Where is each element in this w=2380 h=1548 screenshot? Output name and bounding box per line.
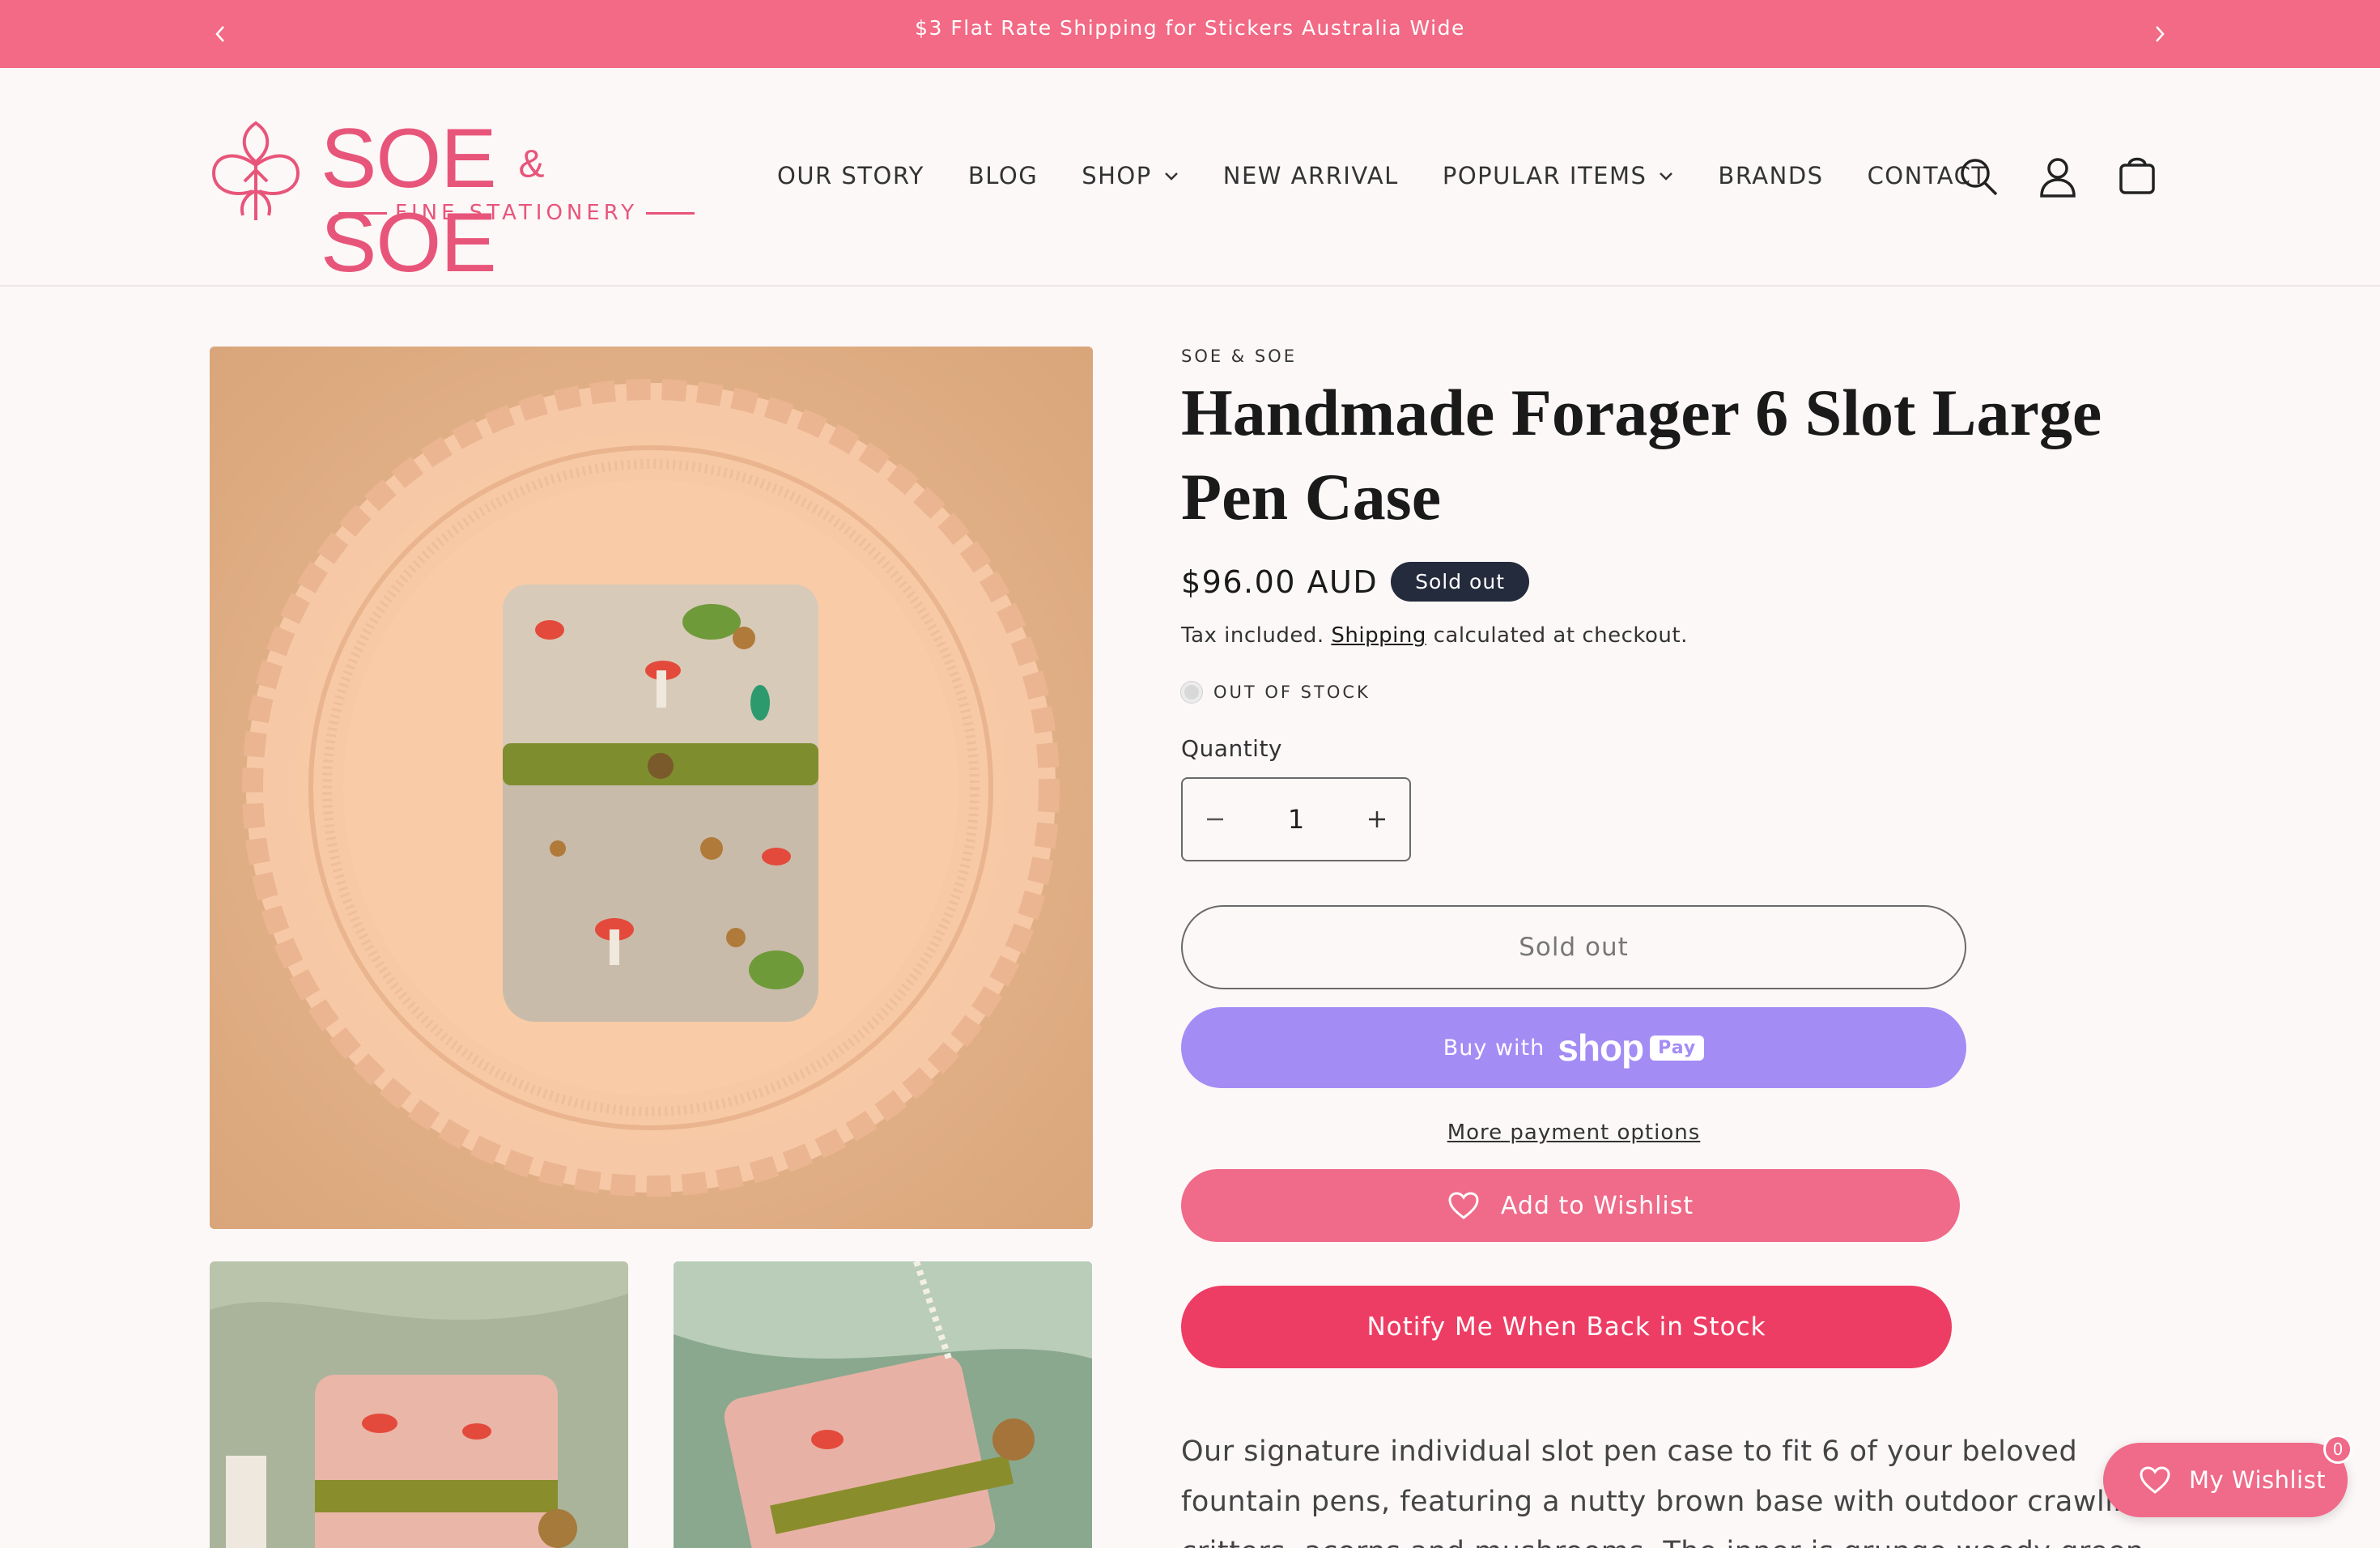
shipping-link[interactable]: Shipping xyxy=(1331,623,1426,648)
main-nav: OUR STORY BLOG SHOP NEW ARRIVAL POPULAR … xyxy=(777,162,2031,189)
shop-pay-badge: Pay xyxy=(1650,1035,1705,1061)
floating-wishlist-button[interactable]: My Wishlist xyxy=(2103,1443,2348,1517)
nav-item-brands[interactable]: BRANDS xyxy=(1718,162,1823,189)
account-button[interactable] xyxy=(2035,154,2080,199)
nav-label: NEW ARRIVAL xyxy=(1222,162,1399,189)
buy-with-label: Buy with xyxy=(1443,1035,1545,1061)
product-thumbnail[interactable] xyxy=(674,1261,1092,1548)
nav-item-blog[interactable]: BLOG xyxy=(968,162,1038,189)
announcement-next-button[interactable] xyxy=(2144,18,2176,50)
plus-icon[interactable] xyxy=(1366,808,1388,831)
logo-amp: & xyxy=(518,142,545,186)
product-main-image[interactable] xyxy=(210,347,1093,1229)
minus-icon[interactable] xyxy=(1204,808,1226,831)
heart-icon xyxy=(2140,1466,2170,1494)
nav-label: POPULAR ITEMS xyxy=(1442,162,1647,189)
account-icon xyxy=(2040,158,2076,198)
shop-pay-logo: shop xyxy=(1558,1027,1644,1069)
nav-label: SHOP xyxy=(1082,162,1152,189)
stock-indicator-icon xyxy=(1181,682,1202,703)
more-payment-options-link[interactable]: More payment options xyxy=(1181,1121,1966,1145)
sold-out-badge: Sold out xyxy=(1391,562,1529,602)
nav-item-popular-items[interactable]: POPULAR ITEMS xyxy=(1443,162,1675,189)
site-header: SOE & SOE FINE STATIONERY OUR STORY BLOG… xyxy=(0,68,2380,287)
tax-text: Tax included. xyxy=(1181,623,1324,648)
wishlist-button-label: Add to Wishlist xyxy=(1500,1191,1694,1220)
cart-icon xyxy=(2119,157,2155,194)
product-photo xyxy=(210,347,1093,1229)
quantity-stepper: 1 xyxy=(1181,777,1411,861)
announcement-message: $3 Flat Rate Shipping for Stickers Austr… xyxy=(915,16,1465,40)
product-description: Our signature individual slot pen case t… xyxy=(1181,1435,2150,1548)
cart-button[interactable] xyxy=(2114,152,2160,198)
sold-out-button[interactable]: Sold out xyxy=(1181,905,1966,989)
stock-label: OUT OF STOCK xyxy=(1213,683,1371,702)
floating-wishlist-label: My Wishlist xyxy=(2189,1466,2327,1494)
chevron-down-icon xyxy=(1164,172,1178,181)
tax-note: Tax included. Shipping calculated at che… xyxy=(1181,623,1688,648)
shop-pay-button[interactable]: Buy with shop Pay xyxy=(1181,1007,1966,1088)
thumbnail-photo xyxy=(674,1261,1092,1548)
notify-back-in-stock-button[interactable]: Notify Me When Back in Stock xyxy=(1181,1286,1952,1368)
logo-word-1: SOE xyxy=(321,112,497,206)
flower-logo-icon xyxy=(211,121,300,220)
chevron-down-icon xyxy=(1660,172,1673,181)
tax-text: calculated at checkout. xyxy=(1433,623,1688,648)
nav-item-shop[interactable]: SHOP xyxy=(1082,162,1179,189)
nav-label: BLOG xyxy=(967,162,1039,189)
search-button[interactable] xyxy=(1956,154,2001,199)
product-vendor: SOE & SOE xyxy=(1181,347,1297,366)
search-icon xyxy=(1961,159,1998,196)
wishlist-count-badge: 0 xyxy=(2323,1435,2352,1464)
stock-status: OUT OF STOCK xyxy=(1181,682,1371,703)
quantity-label: Quantity xyxy=(1181,735,1282,762)
logo-sub-text: FINE STATIONERY xyxy=(395,201,639,225)
nav-label: BRANDS xyxy=(1718,162,1824,189)
logo-divider xyxy=(338,211,387,215)
chevron-right-icon xyxy=(2156,26,2165,42)
price-row: $96.00 AUD Sold out xyxy=(1181,562,1529,602)
nav-item-new-arrival[interactable]: NEW ARRIVAL xyxy=(1223,162,1399,189)
product-price: $96.00 AUD xyxy=(1181,563,1379,600)
thumbnail-photo xyxy=(210,1261,628,1548)
logo-divider xyxy=(646,211,695,215)
logo-subtitle: FINE STATIONERY xyxy=(338,201,695,225)
product-thumbnail[interactable] xyxy=(210,1261,628,1548)
nav-label: OUR STORY xyxy=(777,162,924,189)
announcement-bar: $3 Flat Rate Shipping for Stickers Austr… xyxy=(0,0,2380,68)
brand-logo[interactable]: SOE & SOE FINE STATIONERY xyxy=(207,117,701,285)
heart-icon xyxy=(1448,1192,1479,1219)
quantity-input[interactable]: 1 xyxy=(1288,804,1304,835)
nav-item-our-story[interactable]: OUR STORY xyxy=(777,162,924,189)
add-to-wishlist-button[interactable]: Add to Wishlist xyxy=(1181,1169,1960,1242)
product-title: Handmade Forager 6 Slot Large Pen Case xyxy=(1181,376,2102,534)
